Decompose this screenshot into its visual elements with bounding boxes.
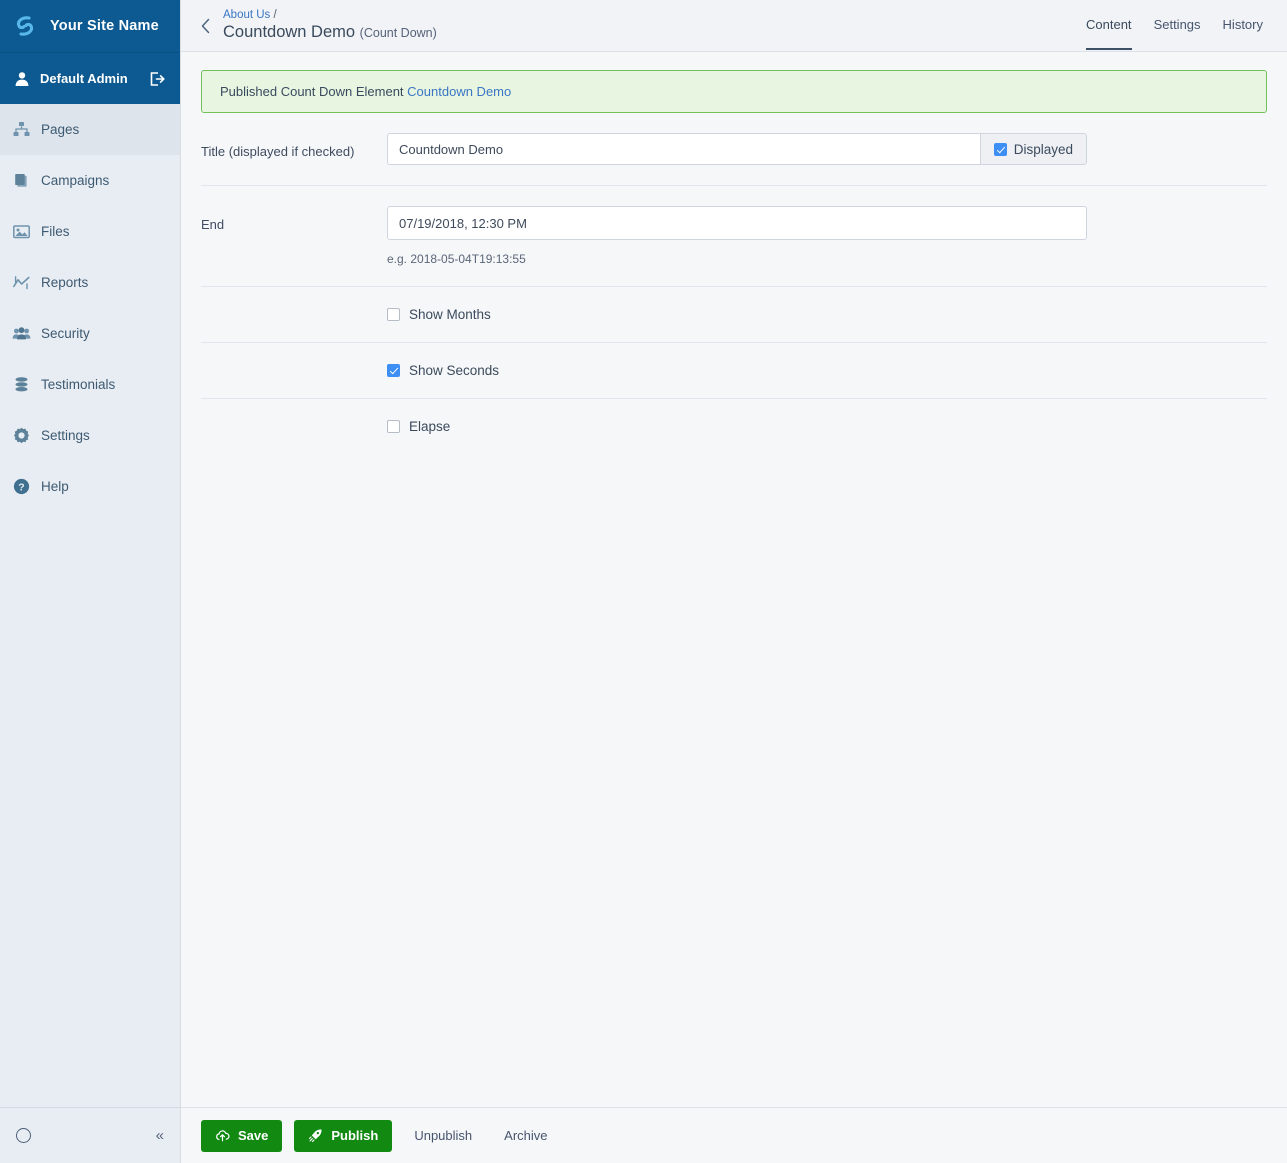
- double-chevron-left-icon[interactable]: «: [156, 1128, 164, 1143]
- sidebar-item-label: Reports: [41, 275, 89, 290]
- sidebar-item-reports[interactable]: Reports: [0, 257, 180, 308]
- sidebar-item-campaigns[interactable]: Campaigns: [0, 155, 180, 206]
- sidebar-item-label: Security: [41, 326, 90, 341]
- title-field-wrap: Displayed: [387, 133, 1267, 165]
- displayed-checkbox-addon[interactable]: Displayed: [979, 133, 1087, 165]
- sidebar-item-label: Campaigns: [41, 173, 110, 188]
- breadcrumb-parent-link[interactable]: About Us: [223, 9, 270, 21]
- elapse-checkbox[interactable]: [387, 420, 400, 433]
- end-field-wrap: e.g. 2018-05-04T19:13:55: [387, 206, 1267, 266]
- svg-text:?: ?: [18, 482, 24, 494]
- sitemap-icon: [12, 120, 31, 139]
- page-title-text: Countdown Demo: [223, 22, 356, 41]
- sidebar: Your Site Name Default Admin Pages Campa…: [0, 0, 180, 1163]
- tab-bar: Content Settings History: [1086, 0, 1263, 52]
- sidebar-item-label: Testimonials: [41, 377, 116, 392]
- user-name: Default Admin: [40, 71, 128, 86]
- book-icon: [12, 171, 31, 190]
- tab-history[interactable]: History: [1223, 17, 1263, 50]
- show-seconds-checkbox[interactable]: [387, 364, 400, 377]
- gear-icon: [12, 426, 31, 445]
- sidebar-item-testimonials[interactable]: Testimonials: [0, 359, 180, 410]
- tab-settings[interactable]: Settings: [1154, 17, 1201, 50]
- status-alert-text: Published Count Down Element: [220, 84, 408, 99]
- question-circle-icon: ?: [12, 477, 31, 496]
- site-logo[interactable]: Your Site Name: [0, 0, 180, 52]
- status-alert: Published Count Down Element Countdown D…: [201, 70, 1267, 113]
- breadcrumb-separator: /: [273, 8, 277, 21]
- element-form: Title (displayed if checked) Displayed E…: [181, 113, 1287, 454]
- breadcrumb: About Us / Countdown Demo (Count Down): [223, 8, 437, 44]
- tab-content[interactable]: Content: [1086, 17, 1132, 50]
- swirl-logo-icon: [12, 13, 38, 39]
- show-seconds-row[interactable]: Show Seconds: [201, 363, 499, 378]
- end-input[interactable]: [387, 206, 1087, 240]
- app-root: Your Site Name Default Admin Pages Campa…: [0, 0, 1287, 1163]
- show-months-label: Show Months: [409, 307, 491, 322]
- title-input-group: Displayed: [387, 133, 1087, 165]
- displayed-checkbox-label: Displayed: [1013, 141, 1073, 157]
- users-icon: [12, 324, 31, 343]
- elapse-label: Elapse: [409, 419, 451, 434]
- archive-button[interactable]: Archive: [494, 1128, 557, 1143]
- action-toolbar: Save Publish Unpublish Archive: [181, 1107, 1287, 1163]
- sidebar-item-settings[interactable]: Settings: [0, 410, 180, 461]
- sidebar-item-pages[interactable]: Pages: [0, 104, 180, 155]
- main-area: About Us / Countdown Demo (Count Down) C…: [180, 0, 1287, 1163]
- elapse-row[interactable]: Elapse: [201, 419, 450, 434]
- topbar: About Us / Countdown Demo (Count Down) C…: [181, 0, 1287, 52]
- displayed-checkbox[interactable]: [993, 142, 1007, 156]
- unpublish-button[interactable]: Unpublish: [404, 1128, 482, 1143]
- end-field-hint: e.g. 2018-05-04T19:13:55: [387, 252, 526, 266]
- show-seconds-label: Show Seconds: [409, 363, 500, 378]
- publish-button-label: Publish: [331, 1128, 379, 1143]
- sidebar-item-label: Settings: [41, 428, 90, 443]
- sidebar-item-label: Help: [41, 479, 69, 494]
- form-row-show-months: Show Months: [201, 287, 1267, 343]
- page-title-type: (Count Down): [359, 25, 437, 40]
- user-row: Default Admin: [0, 52, 180, 104]
- end-field-label: End: [201, 217, 225, 232]
- sidebar-item-files[interactable]: Files: [0, 206, 180, 257]
- sidebar-nav: Pages Campaigns Files Reports Security T…: [0, 104, 180, 1107]
- sidebar-item-label: Files: [41, 224, 70, 239]
- title-field-label: Title (displayed if checked): [201, 144, 355, 159]
- site-logo-text: Your Site Name: [50, 18, 159, 34]
- sidebar-item-security[interactable]: Security: [0, 308, 180, 359]
- chart-line-icon: [12, 273, 31, 292]
- sidebar-item-help[interactable]: ? Help: [0, 461, 180, 512]
- status-alert-link[interactable]: Countdown Demo: [407, 84, 511, 99]
- sidebar-footer: «: [0, 1107, 180, 1163]
- breadcrumb-top: About Us /: [223, 8, 437, 22]
- form-row-elapse: Elapse: [201, 399, 1267, 454]
- circle-icon[interactable]: [16, 1128, 31, 1143]
- database-icon: [12, 375, 31, 394]
- page-title: Countdown Demo (Count Down): [223, 22, 437, 44]
- form-row-end: End e.g. 2018-05-04T19:13:55: [201, 186, 1267, 287]
- form-row-title: Title (displayed if checked) Displayed: [201, 113, 1267, 186]
- save-button[interactable]: Save: [201, 1119, 283, 1152]
- sidebar-item-label: Pages: [41, 122, 80, 137]
- logout-icon[interactable]: [148, 70, 166, 88]
- cloud-upload-icon: [215, 1128, 230, 1143]
- image-icon: [12, 222, 31, 241]
- title-input[interactable]: [387, 133, 980, 165]
- show-months-row[interactable]: Show Months: [201, 307, 491, 322]
- save-button-label: Save: [238, 1128, 269, 1143]
- form-row-show-seconds: Show Seconds: [201, 343, 1267, 399]
- content-area: Published Count Down Element Countdown D…: [181, 52, 1287, 1107]
- rocket-icon: [308, 1128, 323, 1143]
- chevron-left-icon[interactable]: [195, 15, 217, 37]
- publish-button[interactable]: Publish: [294, 1119, 393, 1152]
- show-months-checkbox[interactable]: [387, 308, 400, 321]
- user-icon: [14, 71, 30, 87]
